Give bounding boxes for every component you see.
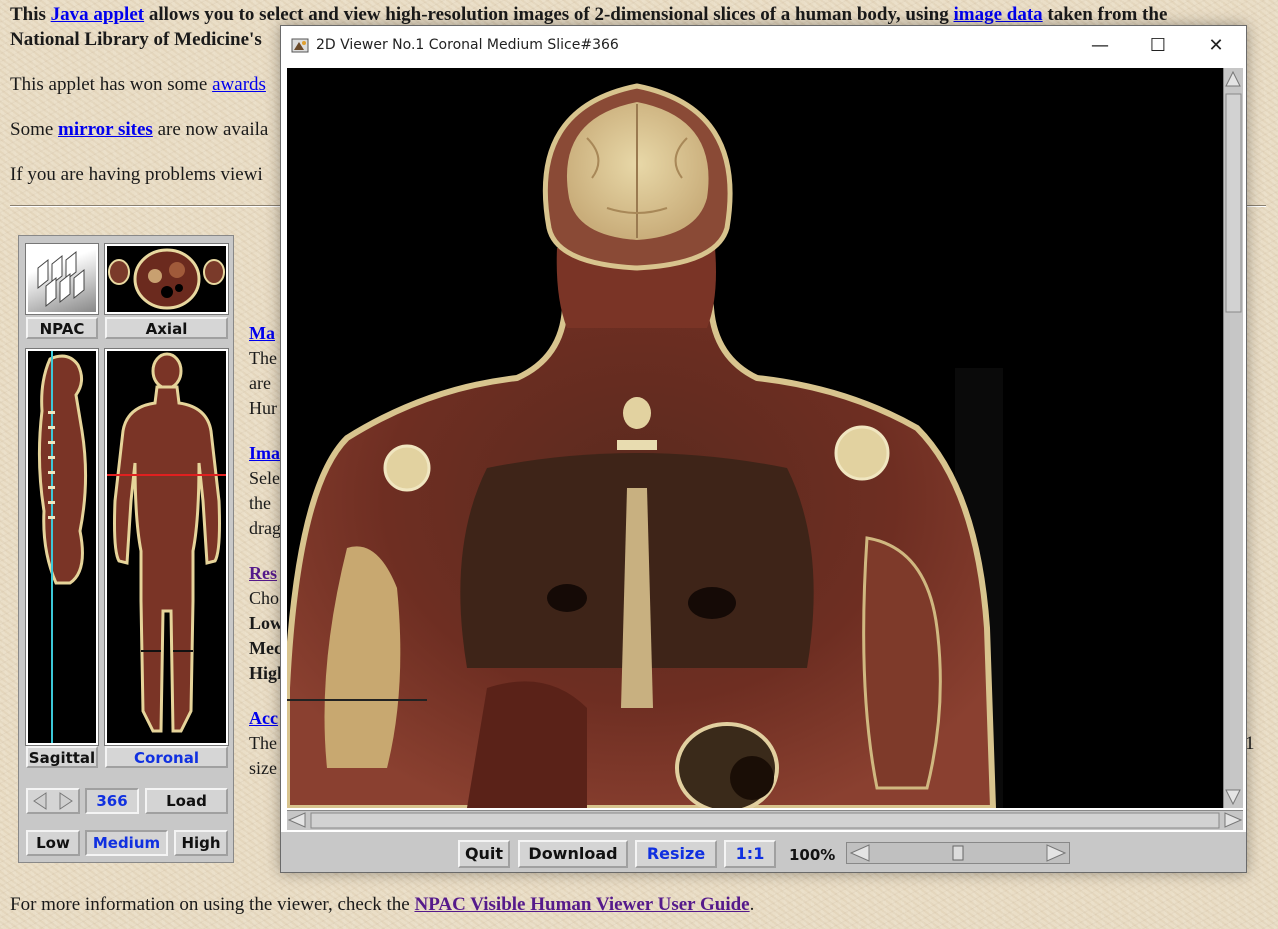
- axial-thumbnail[interactable]: [104, 243, 229, 315]
- zoom-level: 100%: [789, 846, 836, 864]
- user-guide-link[interactable]: NPAC Visible Human Viewer User Guide: [414, 894, 749, 915]
- scroll-down-arrow-icon: [1225, 789, 1241, 806]
- sagittal-label[interactable]: Sagittal: [26, 746, 98, 768]
- scroll-up-arrow-icon: [1225, 70, 1241, 87]
- medium-resolution-button[interactable]: Medium: [85, 830, 168, 856]
- slice-image-canvas[interactable]: [287, 68, 1223, 808]
- zoom-slider-thumb: [952, 845, 964, 861]
- side-heading-4[interactable]: Acc: [249, 706, 278, 731]
- one-to-one-button[interactable]: 1:1: [724, 840, 776, 868]
- download-button[interactable]: Download: [518, 840, 628, 868]
- java-app-icon: [291, 38, 309, 53]
- slice-left-right-arrows-icon[interactable]: [28, 790, 78, 812]
- vertical-scrollbar-graphic: [1225, 70, 1242, 806]
- horizontal-scroll-thumb: [310, 812, 1220, 829]
- coronal-body-icon: [107, 352, 226, 733]
- applet-panel: NPAC Axial Sagittal Coronal 366 Load Low…: [18, 235, 234, 863]
- zoom-slider-graphic: [849, 844, 1067, 862]
- mirror-sites-link[interactable]: mirror sites: [58, 119, 153, 140]
- side-section-4: Acc The size: [249, 706, 278, 778]
- coronal-slice-image: [287, 83, 1003, 808]
- window-title: 2D Viewer No.1 Coronal Medium Slice#366: [316, 37, 619, 53]
- minimize-button[interactable]: —: [1071, 26, 1129, 66]
- side-section-2: Ima Sele the drag: [249, 441, 281, 538]
- awards-link[interactable]: awards: [212, 74, 266, 95]
- axial-slice-icon: [108, 248, 225, 310]
- slice-number-field[interactable]: 366: [85, 788, 139, 814]
- npac-logo-icon: [37, 250, 85, 308]
- side-section-1: Ma The are Hur: [249, 321, 277, 418]
- npac-label[interactable]: NPAC: [26, 317, 98, 339]
- vertical-scroll-thumb: [1225, 93, 1242, 313]
- viewer-control-bar: Quit Download Resize 1:1 100%: [281, 832, 1246, 872]
- zoom-increase-arrow-icon: [1046, 844, 1067, 862]
- footer-text: For more information on using the viewer…: [10, 894, 755, 915]
- npac-logo-thumbnail[interactable]: [25, 243, 99, 315]
- sagittal-body-icon: [37, 351, 88, 743]
- coronal-label[interactable]: Coronal: [105, 746, 228, 768]
- side-heading-2[interactable]: Ima: [249, 441, 281, 466]
- horizontal-scrollbar[interactable]: [287, 810, 1243, 830]
- close-button[interactable]: ✕: [1187, 26, 1245, 66]
- quit-button[interactable]: Quit: [458, 840, 510, 868]
- scroll-left-arrow-icon: [287, 812, 306, 828]
- load-button[interactable]: Load: [145, 788, 228, 814]
- viewer-window: 2D Viewer No.1 Coronal Medium Slice#366 …: [280, 25, 1247, 873]
- coronal-thumbnail[interactable]: [104, 348, 229, 746]
- slice-arrows[interactable]: [26, 788, 80, 814]
- axial-label[interactable]: Axial: [105, 317, 228, 339]
- resize-button[interactable]: Resize: [635, 840, 717, 868]
- maximize-button[interactable]: ☐: [1129, 26, 1187, 66]
- vertical-scrollbar[interactable]: [1223, 68, 1243, 808]
- sagittal-thumbnail[interactable]: [25, 348, 99, 746]
- scroll-right-arrow-icon: [1224, 812, 1243, 828]
- java-applet-link[interactable]: Java applet: [51, 4, 144, 25]
- low-resolution-button[interactable]: Low: [26, 830, 80, 856]
- image-data-link[interactable]: image data: [953, 4, 1042, 25]
- zoom-decrease-arrow-icon: [849, 844, 870, 862]
- zoom-slider[interactable]: [846, 842, 1070, 864]
- side-heading-1[interactable]: Ma: [249, 321, 277, 346]
- horizontal-scrollbar-graphic: [287, 812, 1243, 829]
- window-titlebar[interactable]: 2D Viewer No.1 Coronal Medium Slice#366 …: [281, 26, 1246, 66]
- high-resolution-button[interactable]: High: [174, 830, 228, 856]
